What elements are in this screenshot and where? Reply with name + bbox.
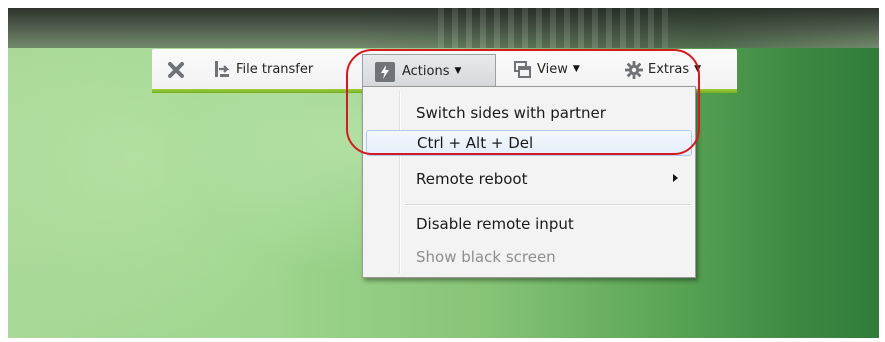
view-label: View: [537, 61, 568, 77]
file-transfer-button[interactable]: File transfer: [212, 57, 313, 81]
menu-item-disable-remote-input[interactable]: Disable remote input: [366, 211, 692, 237]
chevron-down-icon: ▼: [572, 64, 580, 74]
close-button[interactable]: [166, 57, 184, 81]
menu-item-ctrl-alt-del[interactable]: Ctrl + Alt + Del: [366, 130, 692, 156]
menu-item-remote-reboot[interactable]: Remote reboot: [366, 166, 692, 192]
chevron-down-icon: ▼: [694, 64, 702, 74]
menu-item-label: Ctrl + Alt + Del: [417, 134, 534, 152]
chevron-down-icon: ▼: [454, 66, 462, 76]
gear-icon: [624, 60, 643, 79]
menu-item-label: Switch sides with partner: [416, 104, 606, 122]
window-title-band: [8, 8, 879, 48]
actions-menu-button[interactable]: Actions ▼: [362, 54, 496, 86]
menu-separator: [405, 204, 691, 206]
view-windows-icon: [513, 60, 531, 78]
extras-label: Extras: [648, 61, 690, 77]
actions-label: Actions: [402, 63, 450, 79]
actions-dropdown-menu: Switch sides with partner Ctrl + Alt + D…: [362, 86, 696, 278]
file-transfer-icon: [212, 60, 230, 78]
view-menu-button[interactable]: View ▼: [513, 57, 580, 81]
actions-lightning-icon: [375, 62, 395, 82]
file-transfer-label: File transfer: [236, 61, 314, 77]
menu-item-switch-sides[interactable]: Switch sides with partner: [366, 100, 692, 126]
submenu-arrow-icon: [673, 174, 678, 182]
menu-item-label: Disable remote input: [416, 215, 574, 233]
extras-menu-button[interactable]: Extras ▼: [624, 57, 701, 81]
menu-item-label: Remote reboot: [416, 170, 528, 188]
menu-item-label: Show black screen: [416, 248, 556, 266]
actions-button-content: Actions ▼: [375, 59, 461, 83]
menu-item-show-black-screen: Show black screen: [366, 244, 692, 270]
close-x-icon: [166, 60, 184, 78]
